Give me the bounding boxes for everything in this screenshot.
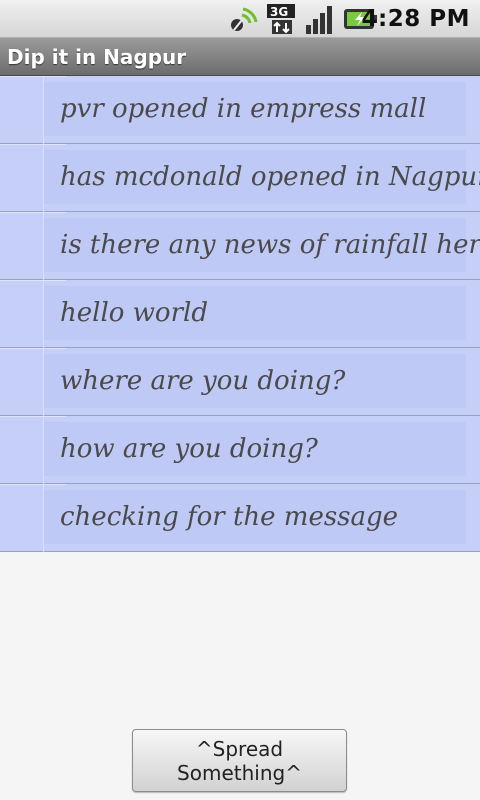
svg-text:3G: 3G [270,5,288,19]
list-item[interactable]: how are you doing? [0,416,480,484]
list-item-text: checking for the message [60,502,399,532]
list-item-text: has mcdonald opened in Nagpur [60,162,480,192]
sync-icon [231,7,258,31]
list-item-text: is there any news of rainfall here [60,230,480,260]
signal-strength-icon [306,6,332,34]
status-bar: 3G 4:28 PM [0,0,480,38]
list-item[interactable]: pvr opened in empress mall [0,76,480,144]
list-item[interactable]: has mcdonald opened in Nagpur [0,144,480,212]
list-item-text: how are you doing? [60,434,318,464]
list-item-text: where are you doing? [60,366,346,396]
message-list: pvr opened in empress mall has mcdonald … [0,76,480,552]
status-time: 4:28 PM [361,6,470,32]
app-title-bar: Dip it in Nagpur [0,38,480,76]
list-item[interactable]: checking for the message [0,484,480,552]
list-item-text: pvr opened in empress mall [60,94,427,124]
3g-data-icon: 3G [267,4,295,34]
app-title: Dip it in Nagpur [7,45,187,69]
list-item-text: hello world [60,298,208,328]
spread-something-button[interactable]: ^Spread Something^ [132,729,347,792]
list-item[interactable]: where are you doing? [0,348,480,416]
list-item[interactable]: is there any news of rainfall here [0,212,480,280]
list-item[interactable]: hello world [0,280,480,348]
